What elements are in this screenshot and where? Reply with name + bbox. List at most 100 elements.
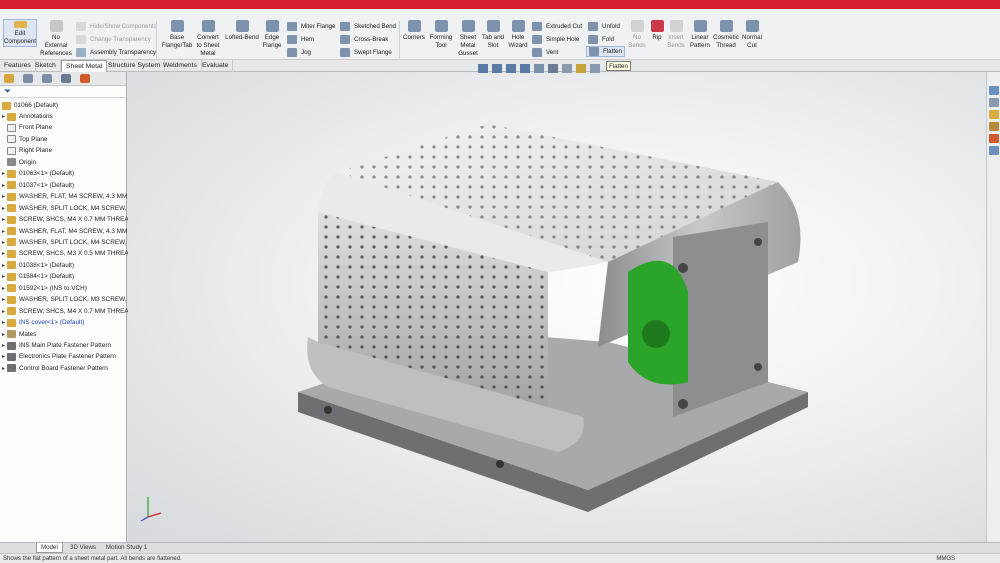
feature-manager-icon[interactable]: [4, 74, 14, 83]
expand-arrow-icon[interactable]: ▸: [0, 285, 7, 292]
expand-arrow-icon[interactable]: ▸: [0, 353, 7, 360]
vent-button[interactable]: Vent: [532, 47, 558, 58]
simple-hole-button[interactable]: Simple Hole: [532, 34, 579, 45]
display-style-icon[interactable]: [548, 63, 558, 73]
custom-properties-icon[interactable]: [988, 146, 999, 155]
tab-structure-system[interactable]: Structure System: [104, 60, 166, 72]
expand-arrow-icon[interactable]: ▸: [0, 170, 7, 177]
miter-flange-button[interactable]: Miter Flange: [287, 21, 335, 32]
tree-item[interactable]: ▸ WASHER, SPLIT LOCK, M4 SCREW, 4: [0, 237, 132, 248]
expand-arrow-icon[interactable]: ▸: [0, 205, 7, 212]
tree-item[interactable]: ▸ WASHER, SPLIT LOCK, M4 SCREW, 4: [0, 203, 132, 214]
tab-sketch[interactable]: Sketch: [31, 60, 61, 72]
sheet-metal-gusset-button[interactable]: Sheet Metal Gusset: [455, 20, 481, 58]
tree-item[interactable]: Front Plane: [0, 122, 52, 133]
view-orientation-icon[interactable]: [534, 63, 544, 73]
expand-arrow-icon[interactable]: ▸: [0, 228, 7, 235]
tree-root[interactable]: 01066 (Default): [2, 100, 58, 111]
view-palette-icon[interactable]: [988, 122, 999, 131]
rip-button[interactable]: Rip: [649, 20, 665, 42]
section-view-icon[interactable]: [520, 63, 530, 73]
linear-pattern-button[interactable]: Linear Pattern: [688, 20, 712, 50]
tree-item[interactable]: ▸ 01592<1> (INS to VCH): [0, 283, 87, 294]
tree-item[interactable]: ▸ WASHER, SPLIT LOCK, M3 SCREW, 3.: [0, 294, 134, 305]
tree-item[interactable]: ▸ 01584<1> (Default): [0, 271, 74, 282]
tree-item[interactable]: Top Plane: [0, 134, 47, 145]
expand-arrow-icon[interactable]: ▸: [0, 296, 7, 303]
property-manager-icon[interactable]: [23, 74, 33, 83]
dimxpert-icon[interactable]: [61, 74, 71, 83]
assembly-transparency-button[interactable]: Assembly Transparency: [76, 47, 156, 58]
scenes-icon[interactable]: [590, 63, 600, 73]
corners-button[interactable]: Corners: [401, 20, 427, 42]
swept-flange-button[interactable]: Swept Flange: [340, 47, 392, 58]
expand-arrow-icon[interactable]: ▸: [0, 239, 7, 246]
configuration-manager-icon[interactable]: [42, 74, 52, 83]
hole-wizard-button[interactable]: Hole Wizard: [506, 20, 530, 50]
edit-component-button[interactable]: Edit Component: [3, 19, 37, 47]
expand-arrow-icon[interactable]: ▸: [0, 250, 7, 257]
tree-item[interactable]: ▸ SCREW, SHCS, M4 X 0.7 MM THREA: [0, 214, 129, 225]
edit-appearance-icon[interactable]: [576, 63, 586, 73]
tree-item[interactable]: ▸ Control Board Fastener Pattern: [0, 363, 108, 374]
cross-break-button[interactable]: Cross-Break: [340, 34, 388, 45]
units-indicator[interactable]: MMGS: [936, 554, 955, 563]
tab-3d-views[interactable]: 3D Views: [66, 543, 100, 553]
tab-sheet-metal[interactable]: Sheet Metal: [61, 60, 108, 72]
convert-sheet-metal-button[interactable]: Convert to Sheet Metal: [194, 20, 222, 58]
resources-icon[interactable]: [988, 86, 999, 95]
tree-filter[interactable]: ⏷: [0, 86, 126, 98]
tab-and-slot-button[interactable]: Tab and Slot: [481, 20, 505, 50]
hide-show-items-icon[interactable]: [562, 63, 572, 73]
lofted-bend-button[interactable]: Lofted-Bend: [223, 20, 261, 42]
tab-weldments[interactable]: Weldments: [159, 60, 202, 72]
expand-arrow-icon[interactable]: ▸: [0, 113, 7, 120]
tree-item[interactable]: ▸ INS cover<1> (Default): [0, 317, 84, 328]
display-manager-icon[interactable]: [80, 74, 90, 83]
design-library-icon[interactable]: [988, 98, 999, 107]
tree-item[interactable]: ▸ 01063<1> (Default): [0, 168, 74, 179]
sketched-bend-button[interactable]: Sketched Bend: [340, 21, 396, 32]
tree-item[interactable]: ▸ Annotations: [0, 111, 53, 122]
tree-item[interactable]: ▸ Electronics Plate Fastener Pattern: [0, 351, 116, 362]
expand-arrow-icon[interactable]: ▸: [0, 331, 7, 338]
unfold-button[interactable]: Unfold: [588, 21, 620, 32]
tree-item[interactable]: ▸ 01037<1> (Default): [0, 180, 74, 191]
tree-item[interactable]: Right Plane: [0, 145, 52, 156]
tree-item[interactable]: ▸ WASHER, FLAT, M4 SCREW, 4.3 MM: [0, 191, 127, 202]
expand-arrow-icon[interactable]: ▸: [0, 216, 7, 223]
tree-item[interactable]: ▸ INS Main Plate Fastener Pattern: [0, 340, 111, 351]
expand-arrow-icon[interactable]: ▸: [0, 273, 7, 280]
expand-arrow-icon[interactable]: ▸: [0, 182, 7, 189]
hem-button[interactable]: Hem: [287, 34, 314, 45]
hide-show-components-button[interactable]: Hide/Show Components: [76, 21, 157, 32]
edge-flange-button[interactable]: Edge Flange: [261, 20, 283, 50]
extruded-cut-button[interactable]: Extruded Cut: [532, 21, 582, 32]
previous-view-icon[interactable]: [506, 63, 516, 73]
insert-bends-button[interactable]: Insert Bends: [665, 20, 687, 50]
graphics-area[interactable]: [128, 72, 986, 542]
tree-item[interactable]: ▸ SCREW, SHCS, M3 X 0.5 MM THREA: [0, 248, 129, 259]
expand-arrow-icon[interactable]: ▸: [0, 342, 7, 349]
base-flange-button[interactable]: Base Flange/Tab: [160, 20, 194, 50]
expand-arrow-icon[interactable]: ▸: [0, 365, 7, 372]
tab-evaluate[interactable]: Evaluate: [198, 60, 234, 72]
no-bends-button[interactable]: No Bends: [626, 20, 648, 50]
tree-item[interactable]: Origin: [0, 157, 36, 168]
tree-item[interactable]: ▸ Mates: [0, 329, 36, 340]
change-transparency-button[interactable]: Change Transparency: [76, 34, 151, 45]
tab-model[interactable]: Model: [36, 543, 63, 553]
appearances-icon[interactable]: [988, 134, 999, 143]
tree-item[interactable]: ▸ 01038<1> (Default): [0, 260, 74, 271]
expand-arrow-icon[interactable]: ▸: [0, 308, 7, 315]
no-external-refs-button[interactable]: No External References: [40, 20, 72, 58]
zoom-area-icon[interactable]: [492, 63, 502, 73]
tree-item[interactable]: ▸ SCREW, SHCS, M4 X 0.7 MM THREA: [0, 306, 129, 317]
expand-arrow-icon[interactable]: ▸: [0, 262, 7, 269]
cosmetic-thread-button[interactable]: Cosmetic Thread: [712, 20, 740, 50]
forming-tool-button[interactable]: Forming Tool: [428, 20, 454, 50]
normal-cut-button[interactable]: Normal Cut: [741, 20, 763, 50]
jog-button[interactable]: Jog: [287, 47, 311, 58]
fold-button[interactable]: Fold: [588, 34, 614, 45]
expand-arrow-icon[interactable]: ▸: [0, 193, 7, 200]
